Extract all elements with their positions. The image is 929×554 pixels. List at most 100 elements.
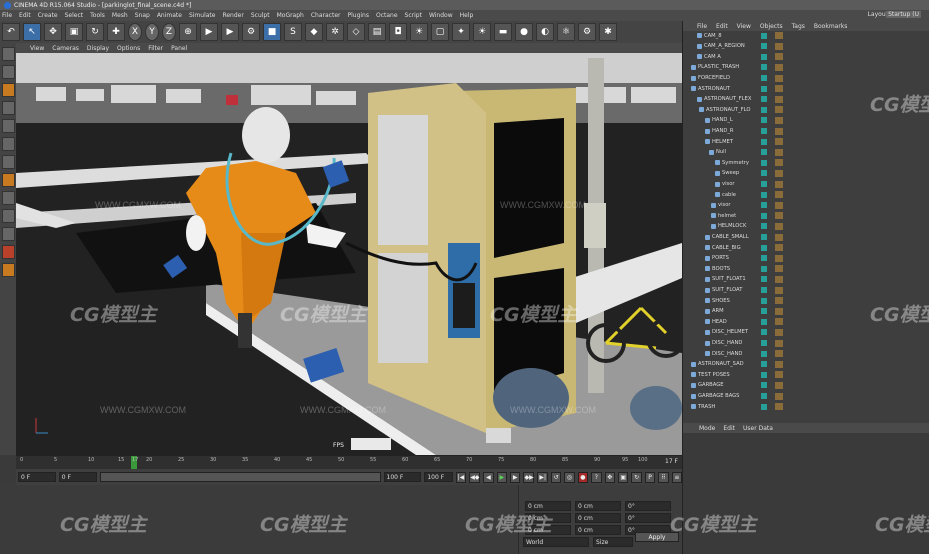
menu-mograph[interactable]: MoGraph [277, 12, 304, 19]
visibility-swatch[interactable] [761, 191, 767, 198]
visibility-swatch[interactable] [761, 265, 767, 272]
octane-settings-icon[interactable]: ✦ [452, 23, 470, 41]
extra-tool-icon[interactable]: ✱ [599, 23, 617, 41]
size-x-field[interactable]: 0 cm [575, 501, 621, 511]
menu-snap[interactable]: Snap [135, 12, 150, 19]
spline-pen-icon[interactable]: S [284, 23, 302, 41]
object-row[interactable]: PLASTIC_TRASH [683, 63, 929, 72]
object-tag-icon[interactable] [775, 148, 783, 156]
object-tag-icon[interactable] [775, 85, 783, 93]
object-tag-icon[interactable] [775, 201, 783, 209]
edges-mode-icon[interactable] [1, 137, 15, 151]
object-tag-icon[interactable] [775, 74, 783, 82]
object-tag-icon[interactable] [775, 350, 783, 358]
visibility-swatch[interactable] [761, 64, 767, 71]
am-menu-user-data[interactable]: User Data [743, 425, 773, 432]
object-tag-icon[interactable] [775, 360, 783, 368]
tweak-mode-icon[interactable] [1, 191, 15, 205]
object-tag-icon[interactable] [775, 328, 783, 336]
object-row[interactable]: CAM_8 [683, 31, 929, 40]
object-tag-icon[interactable] [775, 307, 783, 315]
visibility-swatch[interactable] [761, 96, 767, 103]
object-row[interactable]: DISC_HAND [683, 338, 929, 347]
rotate-icon[interactable]: ↻ [86, 23, 104, 41]
menu-render[interactable]: Render [222, 12, 243, 19]
object-row[interactable]: GARBAGE BAGS [683, 391, 929, 400]
om-menu-tags[interactable]: Tags [792, 23, 805, 30]
object-tag-icon[interactable] [775, 95, 783, 103]
object-tag-icon[interactable] [775, 286, 783, 294]
viewport-menu-options[interactable]: Options [117, 45, 140, 52]
deformer-icon[interactable]: ◇ [347, 23, 365, 41]
end-frame-field[interactable]: 100 F [383, 472, 422, 482]
object-row[interactable]: CABLE_SMALL [683, 232, 929, 241]
om-menu-file[interactable]: File [697, 23, 707, 30]
autokey-icon[interactable]: ● [577, 471, 589, 483]
object-row[interactable]: DISC_HAND [683, 349, 929, 358]
undo-icon[interactable]: ↶ [2, 23, 20, 41]
animation-mode-icon[interactable] [1, 245, 15, 259]
menu-create[interactable]: Create [38, 12, 58, 19]
visibility-swatch[interactable] [761, 138, 767, 145]
am-menu-edit[interactable]: Edit [723, 425, 735, 432]
object-row[interactable]: BOOTS [683, 264, 929, 273]
visibility-swatch[interactable] [761, 318, 767, 325]
visibility-swatch[interactable] [761, 32, 767, 39]
viewport-menu-view[interactable]: View [30, 45, 44, 52]
object-tag-icon[interactable] [775, 265, 783, 273]
object-row[interactable]: visor [683, 201, 929, 210]
make-editable-icon[interactable] [1, 47, 15, 61]
layout-dropdown[interactable]: Startup (U [886, 11, 921, 18]
polygons-mode-icon[interactable] [1, 155, 15, 169]
visibility-swatch[interactable] [761, 287, 767, 294]
visibility-swatch[interactable] [761, 329, 767, 336]
object-row[interactable]: Null [683, 148, 929, 157]
visibility-swatch[interactable] [761, 53, 767, 60]
viewport-menu-panel[interactable]: Panel [171, 45, 187, 52]
object-tag-icon[interactable] [775, 254, 783, 262]
frame-range-slider[interactable] [99, 472, 381, 482]
viewport-menu-cameras[interactable]: Cameras [52, 45, 79, 52]
viewport-menu-filter[interactable]: Filter [148, 45, 163, 52]
floor-icon[interactable]: ▤ [368, 23, 386, 41]
visibility-swatch[interactable] [761, 382, 767, 389]
visibility-swatch[interactable] [761, 181, 767, 188]
om-menu-view[interactable]: View [737, 23, 751, 30]
visibility-swatch[interactable] [761, 117, 767, 124]
object-tag-icon[interactable] [775, 138, 783, 146]
size-z-field[interactable]: 0 cm [575, 525, 621, 535]
visibility-swatch[interactable] [761, 75, 767, 82]
menu-sculpt[interactable]: Sculpt [251, 12, 270, 19]
visibility-swatch[interactable] [761, 371, 767, 378]
menu-plugins[interactable]: Plugins [347, 12, 369, 19]
visibility-swatch[interactable] [761, 43, 767, 50]
x-axis-lock-icon[interactable]: X [128, 23, 142, 41]
live-selection-icon[interactable]: ↖ [23, 23, 41, 41]
object-tag-icon[interactable] [775, 191, 783, 199]
recent-tool-icon[interactable]: ✚ [107, 23, 125, 41]
rot-h-field[interactable]: 0° [625, 501, 671, 511]
visibility-swatch[interactable] [761, 340, 767, 347]
object-tag-icon[interactable] [775, 381, 783, 389]
end-frame-field-2[interactable]: 100 F [424, 472, 453, 482]
object-tag-icon[interactable] [775, 403, 783, 411]
object-tag-icon[interactable] [775, 63, 783, 71]
visibility-swatch[interactable] [761, 350, 767, 357]
visibility-swatch[interactable] [761, 202, 767, 209]
object-tag-icon[interactable] [775, 32, 783, 40]
texture-tag-icon[interactable] [1, 263, 15, 277]
model-mode-icon[interactable] [1, 65, 15, 79]
visibility-swatch[interactable] [761, 255, 767, 262]
render-picture-viewer-icon[interactable]: ▶ [221, 23, 239, 41]
object-row[interactable]: Sweep [683, 169, 929, 178]
light-icon[interactable]: ☀ [410, 23, 428, 41]
viewport-menu-display[interactable]: Display [87, 45, 109, 52]
move-icon[interactable]: ✥ [44, 23, 62, 41]
object-row[interactable]: PORTS [683, 254, 929, 263]
octane-area-light-icon[interactable]: ▬ [494, 23, 512, 41]
object-tag-icon[interactable] [775, 53, 783, 61]
object-row[interactable]: DISC_HELMET [683, 328, 929, 337]
point-level-icon[interactable]: ⠿ [658, 471, 669, 483]
object-row[interactable]: SUIT_FLOAT1 [683, 275, 929, 284]
visibility-swatch[interactable] [761, 212, 767, 219]
